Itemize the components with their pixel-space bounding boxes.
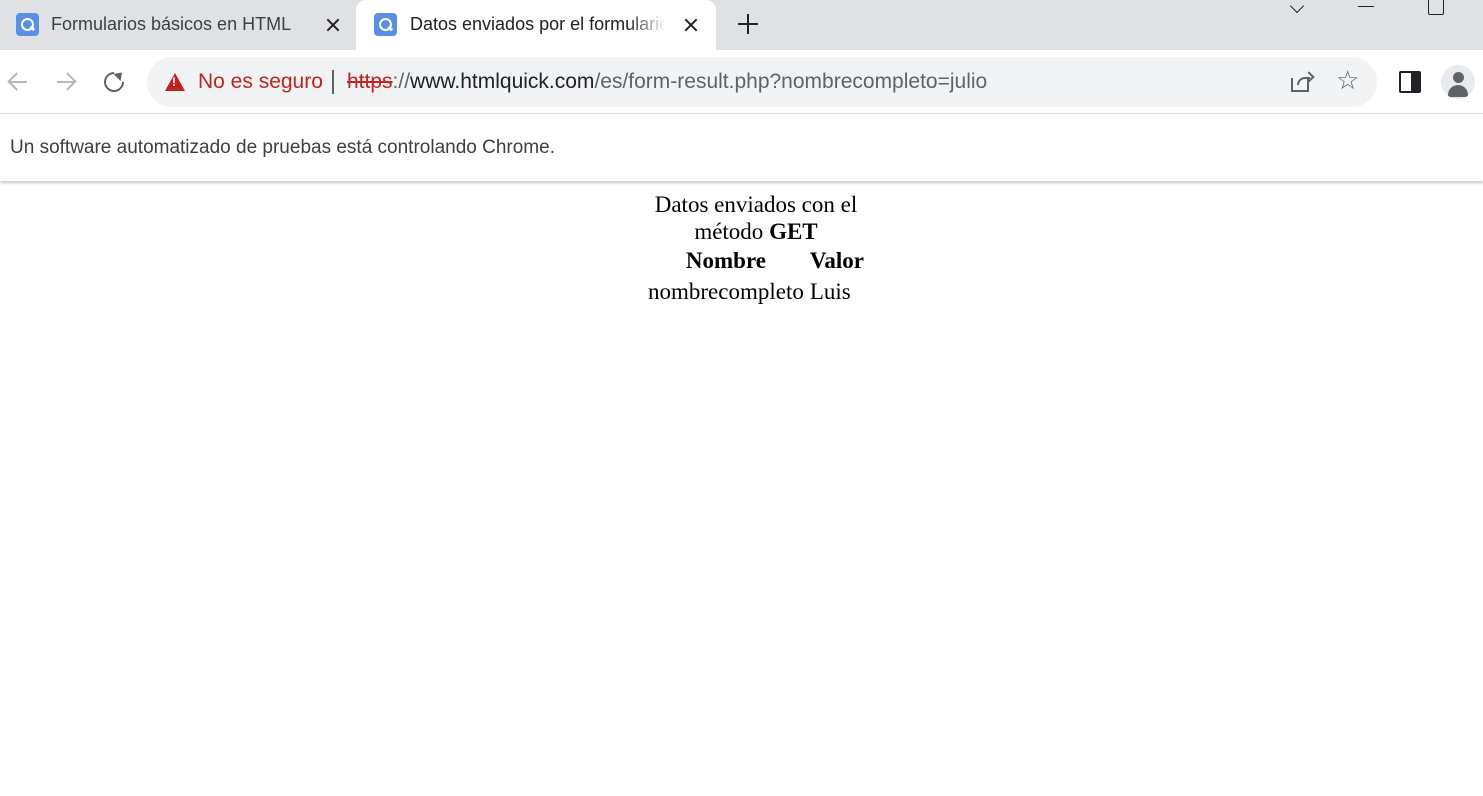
automation-infobar: Un software automatizado de pruebas está… bbox=[0, 114, 1483, 181]
tab-title: Formularios básicos en HTML bbox=[51, 14, 292, 34]
url-separator: :// bbox=[392, 70, 411, 93]
url-path: /es/form-result.php?nombrecompleto=julio bbox=[594, 70, 988, 93]
share-icon[interactable] bbox=[1291, 71, 1315, 92]
close-icon[interactable] bbox=[320, 12, 346, 38]
infobar-message: Un software automatizado de pruebas está… bbox=[10, 137, 555, 158]
url-scheme: https bbox=[347, 70, 393, 93]
caption-line-1: Datos enviados con el bbox=[654, 192, 858, 217]
tab-strip: Formularios básicos en HTML Datos enviad… bbox=[0, 0, 1483, 50]
security-status[interactable]: No es seguro bbox=[198, 70, 323, 94]
column-header-nombre: Nombre bbox=[685, 248, 766, 273]
caption-method-prefix: método bbox=[694, 219, 770, 244]
tab-datos-enviados[interactable]: Datos enviados por el formulario bbox=[356, 0, 716, 50]
forward-arrow-icon[interactable] bbox=[48, 64, 84, 100]
back-arrow-icon[interactable] bbox=[0, 64, 36, 100]
table-caption: Datos enviados con el método GET bbox=[645, 191, 867, 245]
url-text[interactable]: https://www.htmlquick.com/es/form-result… bbox=[347, 70, 987, 94]
maximize-icon[interactable] bbox=[1415, 0, 1455, 20]
cell-value: Luis bbox=[809, 279, 851, 304]
separator bbox=[332, 70, 334, 94]
close-icon[interactable] bbox=[678, 12, 704, 38]
caption-line-2: método GET bbox=[645, 218, 867, 245]
browser-toolbar: No es seguro https://www.htmlquick.com/e… bbox=[0, 50, 1483, 114]
caption-method: GET bbox=[769, 219, 818, 244]
table-row: nombrecompleto Luis bbox=[645, 276, 867, 307]
url-host: www.htmlquick.com bbox=[410, 70, 595, 93]
favicon-icon bbox=[374, 13, 397, 36]
star-icon[interactable]: ☆ bbox=[1336, 67, 1359, 95]
chevron-down-icon[interactable] bbox=[1278, 0, 1318, 20]
tab-title: Datos enviados por el formulario bbox=[410, 14, 666, 34]
column-header-valor: Valor bbox=[809, 248, 864, 273]
tab-formularios[interactable]: Formularios básicos en HTML bbox=[0, 0, 356, 50]
side-panel-icon[interactable] bbox=[1399, 71, 1421, 93]
reload-icon[interactable] bbox=[96, 64, 132, 100]
warning-icon[interactable] bbox=[165, 73, 185, 91]
result-table: Datos enviados con el método GET Nombre … bbox=[645, 191, 867, 307]
minimize-icon[interactable] bbox=[1347, 0, 1387, 20]
cell-name: nombrecompleto bbox=[648, 279, 804, 304]
table-header-row: Nombre Valor bbox=[645, 245, 867, 276]
plus-icon[interactable] bbox=[734, 10, 762, 38]
profile-icon[interactable] bbox=[1441, 65, 1475, 99]
address-bar[interactable]: No es seguro https://www.htmlquick.com/e… bbox=[147, 57, 1377, 107]
page-content: Datos enviados con el método GET Nombre … bbox=[0, 181, 1483, 796]
favicon-icon bbox=[16, 13, 39, 36]
